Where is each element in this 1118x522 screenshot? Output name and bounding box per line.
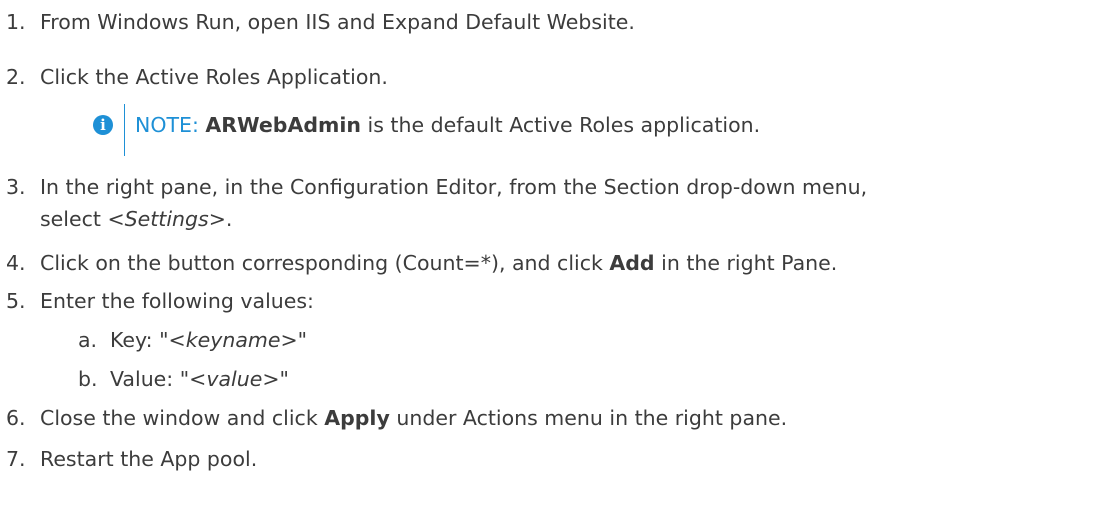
step-1: 1. From Windows Run, open IIS and Expand… [6, 9, 635, 35]
substep-number: a. [78, 328, 98, 352]
step-number: 2. [6, 65, 26, 89]
note-divider [124, 104, 125, 156]
substep-text: Value: " [110, 367, 190, 391]
info-icon: i [93, 115, 113, 135]
substep-number: b. [78, 367, 98, 391]
step-number: 5. [6, 289, 26, 313]
note-emphasis: ARWebAdmin [205, 113, 362, 137]
step-3-line2: select <Settings>. [40, 206, 232, 232]
instructions-document: 1. From Windows Run, open IIS and Expand… [0, 0, 1118, 522]
keyname-placeholder: <keyname> [168, 328, 298, 352]
step-number: 3. [6, 175, 26, 199]
step-text-tail: in the right Pane. [654, 251, 838, 275]
step-text: Close the window and click [40, 406, 325, 430]
step-7: 7. Restart the App pool. [6, 446, 257, 472]
apply-keyword: Apply [324, 406, 390, 430]
step-text: Click on the button corresponding (Count… [40, 251, 610, 275]
step-number: 4. [6, 251, 26, 275]
substep-b: b. Value: "<value>" [78, 366, 289, 392]
note-label: NOTE: [135, 113, 206, 137]
step-text: Restart the App pool. [40, 447, 258, 471]
step-number: 7. [6, 447, 26, 471]
step-text: Enter the following values: [40, 289, 314, 313]
substep-text-tail: " [297, 328, 308, 352]
note-callout: i NOTE: ARWebAdmin is the default Active… [93, 104, 993, 156]
step-text-line1: In the right pane, in the Configuration … [40, 175, 868, 199]
step-text: From Windows Run, open IIS and Expand De… [40, 10, 635, 34]
settings-placeholder: <Settings> [107, 207, 226, 231]
note-body: is the default Active Roles application. [361, 113, 761, 137]
step-text-tail: under Actions menu in the right pane. [389, 406, 788, 430]
step-4: 4. Click on the button corresponding (Co… [6, 250, 837, 276]
step-text-line2: select [40, 207, 108, 231]
step-number: 6. [6, 406, 26, 430]
step-5: 5. Enter the following values: [6, 288, 314, 314]
step-6: 6. Close the window and click Apply unde… [6, 405, 787, 431]
value-placeholder: <value> [189, 367, 280, 391]
step-2: 2. Click the Active Roles Application. [6, 64, 388, 90]
step-number: 1. [6, 10, 26, 34]
substep-text: Key: " [110, 328, 169, 352]
note-text: NOTE: ARWebAdmin is the default Active R… [135, 112, 760, 138]
step-text-period: . [225, 207, 233, 231]
add-keyword: Add [609, 251, 655, 275]
step-text: Click the Active Roles Application. [40, 65, 388, 89]
step-3: 3. In the right pane, in the Configurati… [6, 174, 867, 200]
substep-text-tail: " [279, 367, 289, 391]
substep-a: a. Key: "<keyname>" [78, 327, 307, 353]
